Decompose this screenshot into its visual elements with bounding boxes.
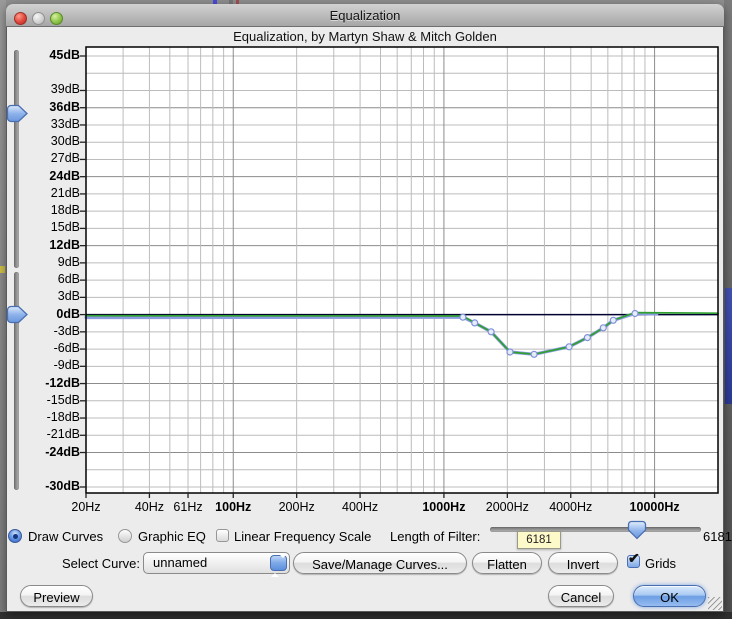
y-tick-label: 15dB	[50, 220, 80, 235]
y-tick-label: 6dB	[57, 272, 80, 287]
linear-frequency-label: Linear Frequency Scale	[234, 529, 372, 544]
dialog-subtitle: Equalization, by Martyn Shaw & Mitch Gol…	[233, 29, 497, 44]
x-tick-label: 1000Hz	[422, 500, 466, 514]
x-tick-label: 4000Hz	[549, 500, 593, 514]
dropdown-stepper-icon	[270, 554, 287, 577]
y-tick-label: 0dB	[56, 306, 80, 321]
y-tick-label: -30dB	[45, 479, 80, 493]
upper-db-slider-thumb[interactable]	[6, 104, 30, 123]
y-tick-label: 12dB	[49, 237, 80, 252]
background-window-scrollbar	[725, 288, 732, 404]
y-tick-label: -3dB	[53, 323, 80, 338]
resize-grip[interactable]	[708, 597, 722, 610]
select-curve-label: Select Curve:	[61, 556, 140, 571]
grids-checkbox[interactable]: ✔	[627, 550, 640, 568]
draw-curves-label: Draw Curves	[28, 529, 104, 544]
background-speck	[0, 266, 5, 273]
upper-db-slider-track[interactable]	[14, 50, 19, 268]
x-tick-label: 61Hz	[173, 500, 203, 514]
x-tick-label: 40Hz	[134, 500, 164, 514]
y-tick-label: 27dB	[50, 151, 80, 166]
filter-length-value: 6181	[703, 529, 732, 544]
eq-curve-draw-area[interactable]	[86, 47, 718, 493]
y-tick-label: -12dB	[45, 375, 80, 390]
title-bar[interactable]: Equalization	[6, 4, 724, 27]
y-tick-label: 3dB	[57, 289, 80, 304]
x-tick-label: 100Hz	[215, 500, 252, 514]
y-tick-label: 18dB	[50, 203, 80, 218]
x-tick-label: 20Hz	[71, 500, 101, 514]
y-tick-label: -24dB	[45, 444, 80, 459]
flatten-button[interactable]: Flatten	[472, 552, 542, 574]
filter-length-tooltip: 6181	[517, 531, 561, 549]
y-tick-label: -21dB	[46, 427, 80, 442]
lower-db-slider-thumb[interactable]	[6, 305, 30, 324]
y-tick-label: 39dB	[50, 82, 80, 97]
y-tick-label: -18dB	[46, 410, 80, 425]
preview-button[interactable]: Preview	[20, 585, 93, 607]
curve-select-value: unnamed	[153, 555, 208, 570]
y-tick-label: 45dB	[49, 48, 80, 62]
y-tick-label: 30dB	[50, 134, 80, 149]
window-title: Equalization	[329, 8, 401, 23]
graphic-eq-label: Graphic EQ	[138, 529, 206, 544]
cancel-button[interactable]: Cancel	[548, 585, 614, 607]
ok-button[interactable]: OK	[633, 585, 706, 607]
draw-curves-radio[interactable]	[8, 529, 22, 543]
x-tick-label: 400Hz	[342, 500, 379, 514]
background-window-bottom	[0, 612, 732, 619]
y-tick-label: 21dB	[50, 185, 80, 200]
x-tick-label: 200Hz	[278, 500, 315, 514]
y-tick-label: -9dB	[53, 358, 80, 373]
length-of-filter-label: Length of Filter:	[390, 529, 481, 544]
curve-select-dropdown[interactable]: unnamed	[143, 552, 290, 577]
y-tick-label: 33dB	[50, 116, 80, 131]
y-tick-label: 24dB	[49, 168, 80, 183]
grids-label: Grids	[645, 556, 677, 571]
filter-length-slider-thumb[interactable]	[627, 520, 647, 540]
y-tick-label: -15dB	[46, 392, 80, 407]
y-tick-label: 36dB	[49, 99, 80, 114]
x-tick-label: 10000Hz	[629, 500, 680, 514]
y-tick-label: 9dB	[57, 254, 80, 269]
x-tick-label: 2000Hz	[485, 500, 529, 514]
graphic-eq-radio[interactable]	[118, 529, 132, 543]
save-manage-curves-button[interactable]: Save/Manage Curves...	[293, 552, 467, 574]
screen: Equalization Equalization, by Martyn Sha…	[0, 0, 732, 619]
invert-button[interactable]: Invert	[548, 552, 618, 574]
y-tick-label: -6dB	[53, 341, 80, 356]
checkmark-icon: ✔	[628, 550, 640, 566]
linear-frequency-checkbox[interactable]	[216, 529, 229, 542]
